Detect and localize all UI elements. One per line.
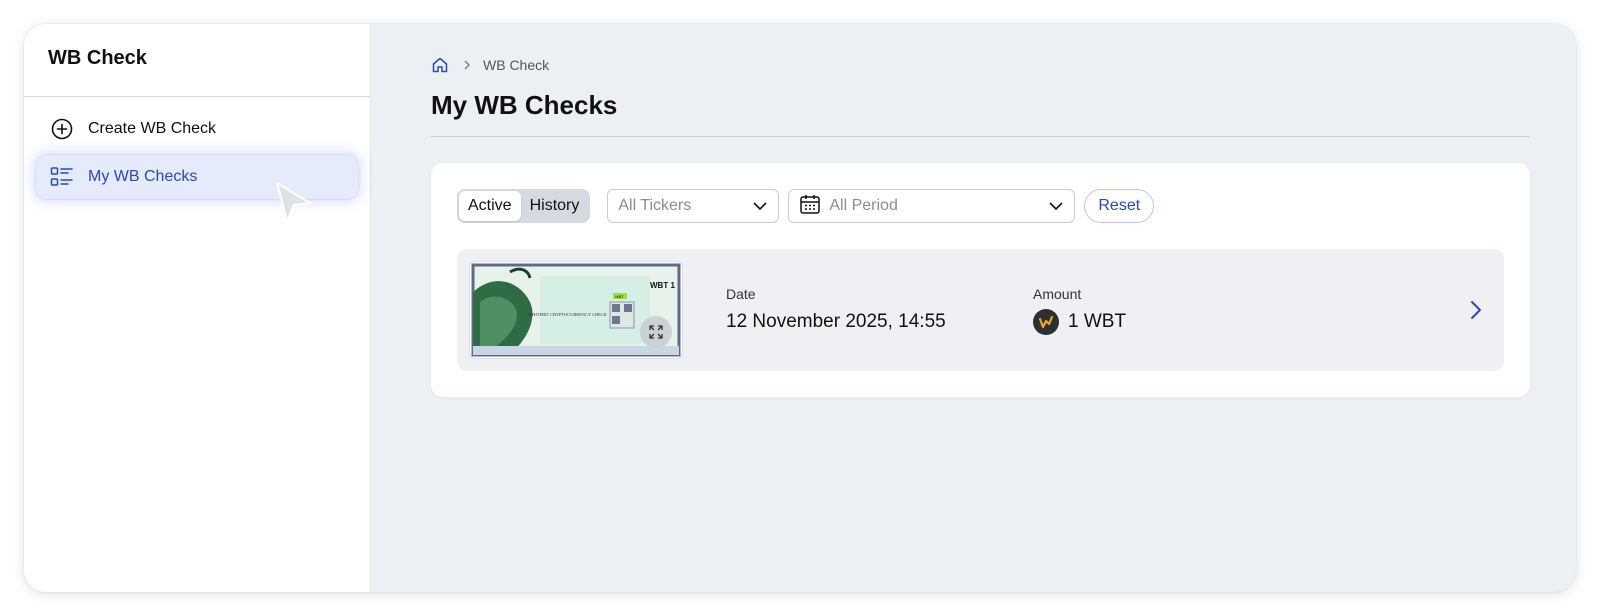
status-toggle: Active History (457, 189, 591, 223)
check-thumbnail[interactable]: WHITEBIT CRYPTOCURRENCY CHECK WBT 1 WBT (469, 261, 683, 359)
sidebar-nav: Create WB Check My WB Checks (24, 97, 370, 213)
calendar-icon (799, 193, 821, 220)
home-icon[interactable] (431, 56, 449, 74)
period-select[interactable]: All Period (788, 189, 1076, 223)
chevron-down-icon (1048, 198, 1064, 214)
breadcrumb-separator-icon (463, 58, 471, 73)
page-title: My WB Checks (431, 90, 618, 120)
breadcrumb-current: WB Check (483, 57, 550, 73)
expand-icon[interactable] (640, 316, 672, 348)
check-thumbnail-badge: WBT (615, 294, 624, 299)
plus-circle-icon (50, 117, 74, 141)
date-label: Date (726, 285, 756, 302)
app-title: WB Check (24, 24, 370, 97)
breadcrumb: WB Check (431, 56, 1530, 74)
tickers-select-value: All Tickers (618, 197, 692, 214)
wbt-coin-icon (1033, 308, 1059, 335)
tab-active[interactable]: Active (459, 191, 521, 221)
mouse-cursor-icon (276, 182, 311, 222)
check-date: Date 12 November 2025, 14:55 (726, 286, 1033, 335)
check-amount: Amount 1 WBT (1033, 286, 1126, 335)
chevron-right-icon[interactable] (1466, 299, 1486, 321)
check-thumbnail-amount: WBT 1 (650, 281, 675, 290)
tab-history[interactable]: History (521, 191, 589, 221)
app-window: WB Check Create WB Check My WB Checks WB… (24, 24, 1576, 592)
check-thumbnail-title: WHITEBIT CRYPTOCURRENCY CHECK (528, 312, 608, 317)
sidebar: WB Check Create WB Check My WB Checks (24, 24, 371, 592)
amount-value: 1 WBT (1068, 310, 1127, 332)
filters-bar: Active History All Tickers All Period Re… (457, 189, 1504, 223)
list-icon (50, 165, 74, 189)
sidebar-item-label: Create WB Check (88, 120, 217, 137)
sidebar-item-label: My WB Checks (88, 168, 198, 185)
amount-label: Amount (1033, 285, 1082, 302)
date-value: 12 November 2025, 14:55 (726, 310, 946, 332)
reset-button[interactable]: Reset (1084, 189, 1155, 223)
checks-card: Active History All Tickers All Period Re… (431, 163, 1530, 397)
main-content: WB Check My WB Checks Active History All… (371, 24, 1576, 592)
amount-row: 1 WBT (1033, 308, 1127, 335)
check-list-item[interactable]: WHITEBIT CRYPTOCURRENCY CHECK WBT 1 WBT … (457, 249, 1504, 371)
tickers-select[interactable]: All Tickers (607, 189, 780, 223)
period-select-value: All Period (829, 197, 898, 214)
chevron-down-icon (752, 198, 768, 214)
divider (431, 136, 1530, 137)
sidebar-item-create-wb-check[interactable]: Create WB Check (36, 107, 358, 151)
